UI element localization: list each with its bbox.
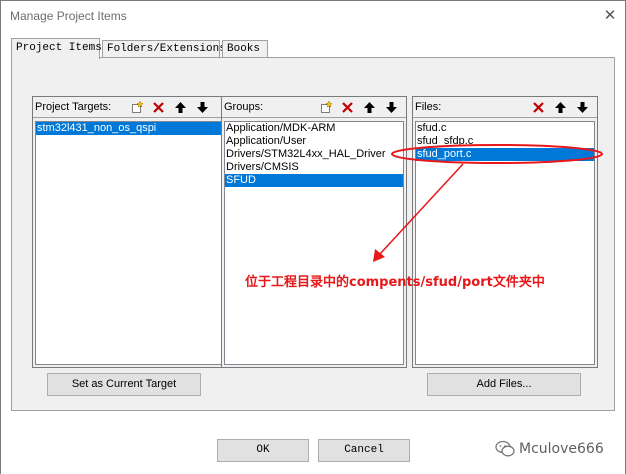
list-item[interactable]: SFUD — [225, 174, 403, 187]
list-item[interactable]: Drivers/CMSIS — [225, 161, 403, 174]
list-item[interactable]: Drivers/STM32L4xx_HAL_Driver — [225, 148, 403, 161]
dialog-window: Manage Project Items ✕ Project Items Fol… — [0, 0, 626, 474]
move-up-icon[interactable] — [361, 99, 378, 116]
add-files-button[interactable]: Add Files... — [427, 373, 581, 396]
set-current-target-button[interactable]: Set as Current Target — [47, 373, 201, 396]
new-icon[interactable] — [318, 99, 335, 116]
move-down-icon[interactable] — [574, 99, 591, 116]
move-down-icon[interactable] — [194, 99, 211, 116]
move-up-icon[interactable] — [172, 99, 189, 116]
groups-list: Application/MDK-ARM Application/User Dri… — [224, 121, 404, 365]
list-item[interactable]: Application/User — [225, 135, 403, 148]
tab-project-items[interactable]: Project Items — [11, 38, 102, 59]
ok-button[interactable]: OK — [217, 439, 309, 462]
list-item[interactable]: sfud_port.c — [416, 148, 594, 161]
list-item[interactable]: sfud.c — [416, 122, 594, 135]
cancel-button[interactable]: Cancel — [318, 439, 410, 462]
files-panel: Files: sfud.c sfud_sfdp.c sfud_port.c — [412, 96, 598, 368]
list-item[interactable]: stm32l431_non_os_qspi — [36, 122, 224, 135]
list-item[interactable]: Application/MDK-ARM — [225, 122, 403, 135]
list-item[interactable]: sfud_sfdp.c — [416, 135, 594, 148]
annotation-text: 位于工程目录中的compents/sfud/port文件夹中 — [245, 275, 545, 290]
wechat-icon — [495, 440, 515, 461]
delete-icon[interactable] — [150, 99, 167, 116]
files-list: sfud.c sfud_sfdp.c sfud_port.c — [415, 121, 595, 365]
tab-books[interactable]: Books — [222, 40, 268, 58]
window-title: Manage Project Items — [10, 9, 127, 23]
delete-icon[interactable] — [339, 99, 356, 116]
project-targets-list: stm32l431_non_os_qspi — [35, 121, 225, 365]
delete-icon[interactable] — [530, 99, 547, 116]
project-targets-panel: Project Targets: stm32l431_non_os_qspi — [32, 96, 228, 368]
close-icon[interactable]: ✕ — [597, 5, 623, 27]
move-down-icon[interactable] — [383, 99, 400, 116]
project-targets-label: Project Targets: — [35, 101, 112, 113]
watermark-text: Mculove666 — [519, 441, 604, 457]
files-label: Files: — [415, 101, 442, 113]
groups-label: Groups: — [224, 101, 264, 113]
tab-page: Project Targets: stm32l431_non_os_qspi G… — [11, 57, 615, 411]
move-up-icon[interactable] — [552, 99, 569, 116]
files-header: Files: — [413, 97, 597, 118]
groups-header: Groups: — [222, 97, 406, 118]
new-icon[interactable] — [129, 99, 146, 116]
title-bar: Manage Project Items ✕ — [1, 1, 625, 31]
groups-panel: Groups: Application/MDK-ARM Application/… — [221, 96, 407, 368]
project-targets-header: Project Targets: — [33, 97, 227, 118]
tab-folders-extensions[interactable]: Folders/Extensions — [102, 40, 226, 58]
